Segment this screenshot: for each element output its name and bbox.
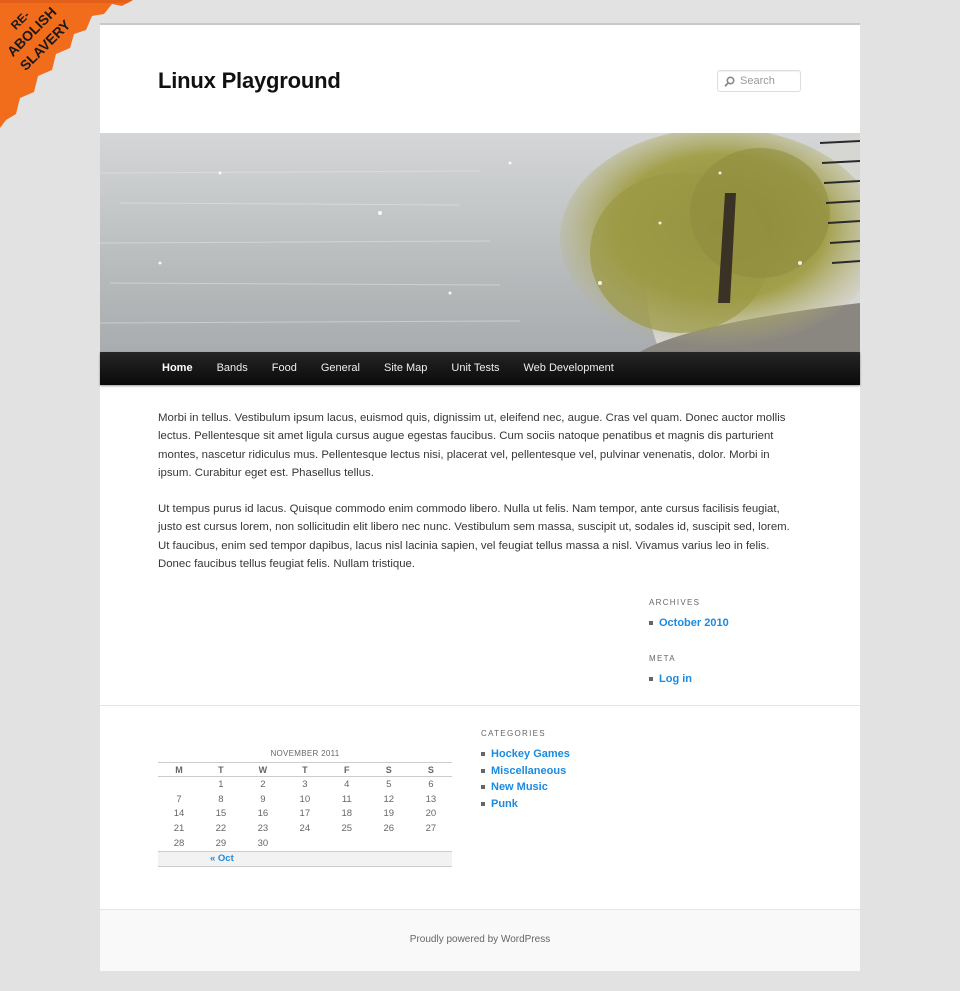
nav-item-food[interactable]: Food: [260, 352, 309, 385]
categories-widget: CATEGORIES Hockey Games Miscellaneous Ne…: [481, 729, 681, 812]
search-placeholder: Search: [740, 75, 775, 87]
calendar-day-header: T: [283, 762, 326, 777]
calendar-day: [284, 836, 326, 851]
nav-item-bands[interactable]: Bands: [205, 352, 260, 385]
calendar-day: 8: [218, 793, 224, 805]
calendar-day-header: T: [199, 762, 242, 777]
page-content: Morbi in tellus. Vestibulum ipsum lacus,…: [158, 409, 800, 591]
nav-item-general[interactable]: General: [309, 352, 372, 385]
calendar-day: 1: [218, 778, 224, 790]
calendar-day: 3: [302, 778, 308, 790]
calendar-day: 13: [425, 793, 437, 805]
calendar-day: [368, 836, 410, 851]
category-link-hockey-games[interactable]: Hockey Games: [481, 746, 681, 763]
calendar-day: 5: [386, 778, 392, 790]
calendar-day: 23: [257, 823, 269, 835]
calendar-day: 17: [299, 808, 311, 820]
calendar-day: 14: [173, 808, 185, 820]
calendar-day: 18: [341, 808, 353, 820]
search-icon: [724, 76, 735, 87]
calendar-caption: NOVEMBER 2011: [270, 749, 340, 758]
calendar-day: [158, 777, 200, 792]
site-footer: Proudly powered by WordPress: [100, 909, 860, 971]
calendar-day: 24: [299, 823, 311, 835]
calendar-day: 2: [260, 778, 266, 790]
nav-item-web-development[interactable]: Web Development: [512, 352, 626, 385]
archives-widget: ARCHIVES October 2010: [649, 598, 769, 632]
content-paragraph: Ut tempus purus id lacus. Quisque commod…: [158, 503, 790, 571]
calendar-day-header: W: [241, 762, 284, 777]
nav-item-unit-tests[interactable]: Unit Tests: [439, 352, 511, 385]
header-image[interactable]: [100, 133, 860, 352]
calendar-day: 4: [344, 778, 350, 790]
meta-widget: META Log in: [649, 654, 769, 688]
calendar-day: 11: [341, 793, 352, 805]
calendar-day: 21: [173, 823, 185, 835]
footer-divider: [100, 705, 860, 706]
powered-by-link[interactable]: Proudly powered by WordPress: [410, 934, 550, 945]
calendar-day: 20: [425, 808, 437, 820]
archive-link-october-2010[interactable]: October 2010: [649, 615, 769, 632]
calendar-week: 7 8 9 10 11 12 13: [158, 792, 452, 807]
calendar-day: 30: [257, 838, 269, 850]
calendar-day: 9: [260, 793, 266, 805]
login-link[interactable]: Log in: [649, 671, 769, 688]
calendar-day: 22: [215, 823, 227, 835]
calendar-day: 10: [299, 793, 311, 805]
calendar-prev-link[interactable]: « Oct: [158, 853, 234, 864]
calendar-day: 6: [428, 778, 434, 790]
calendar-table: M T W T F S S 1 2 3 4 5 6 7 8 9 10 11 12…: [158, 762, 452, 867]
calendar-week: 14 15 16 17 18 19 20: [158, 807, 452, 822]
calendar-widget: NOVEMBER 2011 M T W T F S S 1 2 3 4 5 6 …: [158, 749, 452, 867]
calendar-day: [410, 836, 452, 851]
main-navigation: Home Bands Food General Site Map Unit Te…: [100, 352, 860, 385]
calendar-day: 16: [257, 808, 269, 820]
calendar-week: 1 2 3 4 5 6: [158, 777, 452, 792]
calendar-day: 26: [383, 823, 395, 835]
archives-widget-title: ARCHIVES: [649, 598, 701, 607]
categories-widget-title: CATEGORIES: [481, 729, 546, 738]
calendar-day: 25: [341, 823, 353, 835]
calendar-day: 28: [173, 838, 185, 850]
calendar-nav: « Oct: [158, 850, 452, 867]
calendar-day: 29: [215, 838, 227, 850]
category-link-miscellaneous[interactable]: Miscellaneous: [481, 763, 681, 780]
nav-item-site-map[interactable]: Site Map: [372, 352, 439, 385]
calendar-day-header: F: [325, 762, 368, 777]
calendar-week: 28 29 30: [158, 836, 452, 851]
calendar-day-header: M: [158, 762, 200, 777]
nav-item-home[interactable]: Home: [150, 352, 205, 385]
calendar-day: [326, 836, 368, 851]
calendar-day: 15: [215, 808, 227, 820]
meta-widget-title: META: [649, 654, 676, 663]
site-title[interactable]: Linux Playground: [158, 68, 341, 94]
page-container: Linux Playground Search Home Bands Food …: [100, 23, 860, 971]
calendar-day: 27: [425, 823, 437, 835]
calendar-day-header: S: [367, 762, 410, 777]
calendar-day: 7: [176, 793, 182, 805]
calendar-week: 21 22 23 24 25 26 27: [158, 821, 452, 836]
calendar-day: 19: [383, 808, 395, 820]
category-link-punk[interactable]: Punk: [481, 796, 681, 813]
calendar-day: 12: [383, 793, 395, 805]
search-input[interactable]: Search: [717, 70, 801, 92]
calendar-day-header: S: [409, 762, 452, 777]
content-paragraph: Morbi in tellus. Vestibulum ipsum lacus,…: [158, 412, 786, 479]
category-link-new-music[interactable]: New Music: [481, 779, 681, 796]
